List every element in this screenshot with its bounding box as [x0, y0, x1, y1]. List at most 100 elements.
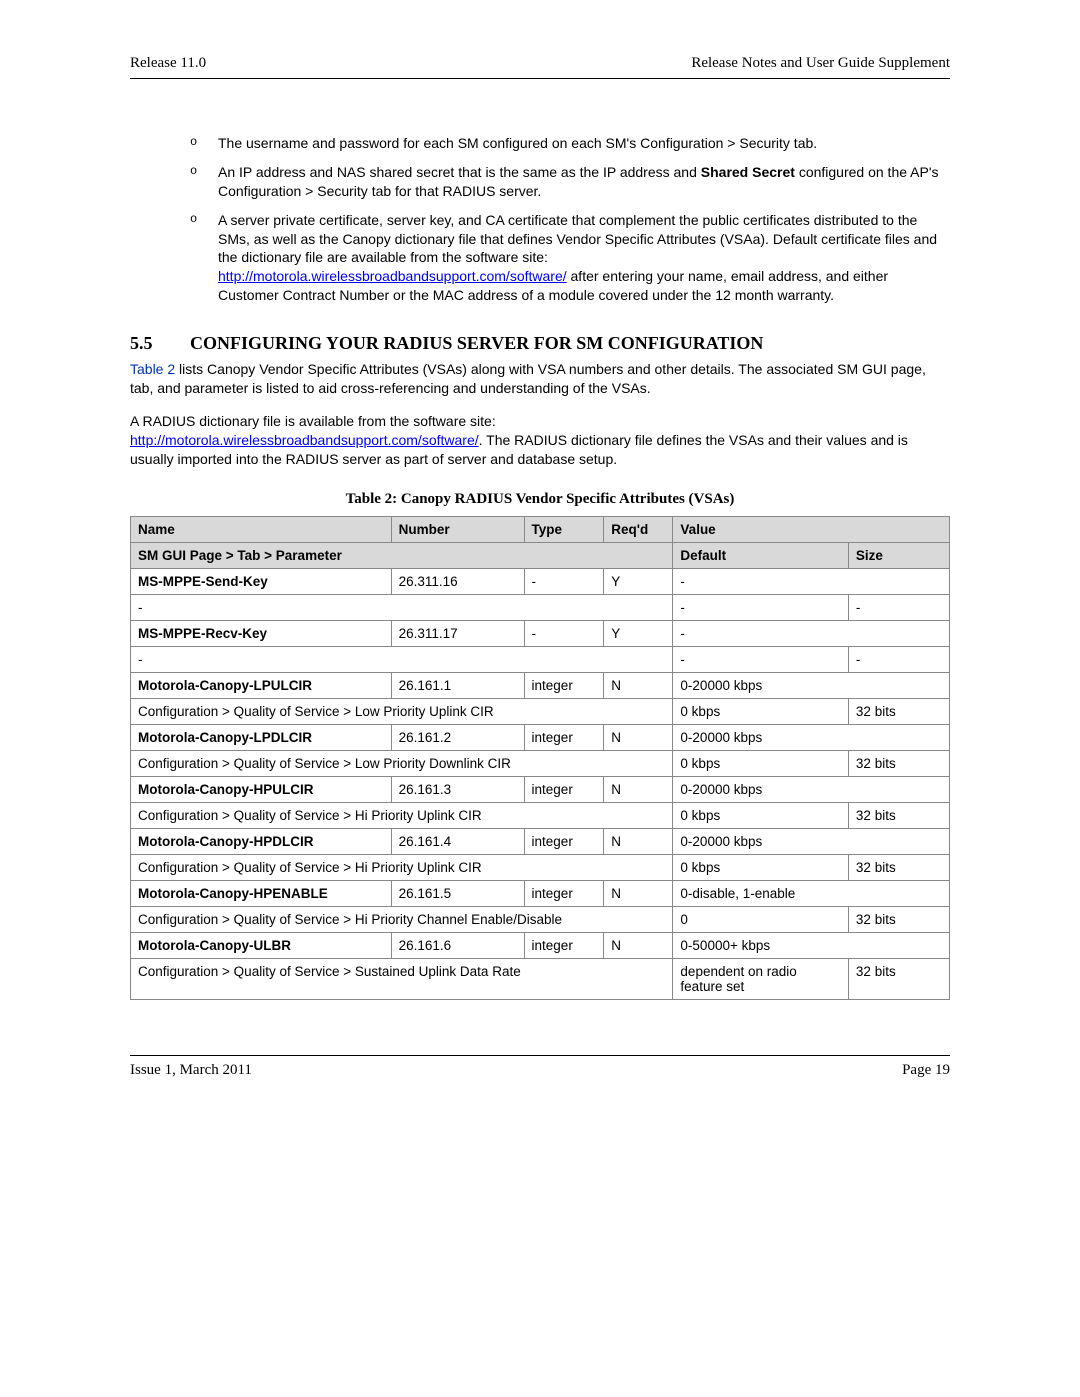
- cell-type: integer: [524, 828, 604, 854]
- cell-name: Motorola-Canopy-LPULCIR: [131, 672, 392, 698]
- table-row: Motorola-Canopy-LPDLCIR26.161.2integerN0…: [131, 724, 950, 750]
- table-row: Motorola-Canopy-ULBR26.161.6integerN0-50…: [131, 932, 950, 958]
- cell-number: 26.161.1: [391, 672, 524, 698]
- cell-name: Motorola-Canopy-ULBR: [131, 932, 392, 958]
- bullet-text: The username and password for each SM co…: [218, 135, 817, 151]
- cell-name: Motorola-Canopy-HPDLCIR: [131, 828, 392, 854]
- page-header: Release 11.0 Release Notes and User Guid…: [130, 55, 950, 79]
- cell-reqd: N: [604, 724, 673, 750]
- cell-size: 32 bits: [848, 750, 949, 776]
- cell-value: -: [673, 568, 950, 594]
- cell-name: MS-MPPE-Recv-Key: [131, 620, 392, 646]
- cell-size: -: [848, 594, 949, 620]
- table-row: Configuration > Quality of Service > Low…: [131, 698, 950, 724]
- col-header-reqd: Req'd: [604, 516, 673, 542]
- col-header-path: SM GUI Page > Tab > Parameter: [131, 542, 673, 568]
- cell-default: 0: [673, 906, 849, 932]
- vsa-table: Name Number Type Req'd Value SM GUI Page…: [130, 516, 950, 1000]
- cell-size: 32 bits: [848, 906, 949, 932]
- list-item: A server private certificate, server key…: [190, 211, 950, 305]
- cell-name: Motorola-Canopy-LPDLCIR: [131, 724, 392, 750]
- paragraph: Table 2 lists Canopy Vendor Specific Att…: [130, 360, 950, 398]
- col-header-value: Value: [673, 516, 950, 542]
- cell-default: 0 kbps: [673, 854, 849, 880]
- page-footer: Issue 1, March 2011 Page 19: [130, 1055, 950, 1079]
- cell-value: 0-20000 kbps: [673, 672, 950, 698]
- table-reference-link[interactable]: Table 2: [130, 361, 175, 377]
- cell-reqd: N: [604, 880, 673, 906]
- cell-path: Configuration > Quality of Service > Low…: [131, 750, 673, 776]
- cell-size: 32 bits: [848, 802, 949, 828]
- cell-value: 0-disable, 1-enable: [673, 880, 950, 906]
- section-title: CONFIGURING YOUR RADIUS SERVER FOR SM CO…: [190, 333, 763, 353]
- cell-number: 26.161.6: [391, 932, 524, 958]
- table-caption: Table 2: Canopy RADIUS Vendor Specific A…: [130, 491, 950, 508]
- cell-default: 0 kbps: [673, 802, 849, 828]
- cell-number: 26.161.4: [391, 828, 524, 854]
- cell-path: -: [131, 646, 673, 672]
- software-site-link[interactable]: http://motorola.wirelessbroadbandsupport…: [218, 268, 567, 284]
- footer-right: Page 19: [902, 1062, 950, 1079]
- document-page: Release 11.0 Release Notes and User Guid…: [0, 0, 1080, 1397]
- col-header-name: Name: [131, 516, 392, 542]
- table-row: MS-MPPE-Recv-Key26.311.17-Y-: [131, 620, 950, 646]
- cell-reqd: N: [604, 672, 673, 698]
- list-item: The username and password for each SM co…: [190, 134, 950, 153]
- cell-default: -: [673, 594, 849, 620]
- cell-path: Configuration > Quality of Service > Low…: [131, 698, 673, 724]
- paragraph: A RADIUS dictionary file is available fr…: [130, 412, 950, 469]
- cell-number: 26.161.2: [391, 724, 524, 750]
- cell-default: dependent on radio feature set: [673, 958, 849, 999]
- cell-path: Configuration > Quality of Service > Sus…: [131, 958, 673, 999]
- footer-left: Issue 1, March 2011: [130, 1062, 252, 1079]
- table-row: Configuration > Quality of Service > Low…: [131, 750, 950, 776]
- table-header-row: Name Number Type Req'd Value: [131, 516, 950, 542]
- cell-name: MS-MPPE-Send-Key: [131, 568, 392, 594]
- cell-reqd: Y: [604, 568, 673, 594]
- cell-size: 32 bits: [848, 958, 949, 999]
- cell-size: 32 bits: [848, 854, 949, 880]
- cell-size: -: [848, 646, 949, 672]
- table-row: ---: [131, 594, 950, 620]
- software-site-link[interactable]: http://motorola.wirelessbroadbandsupport…: [130, 432, 479, 448]
- cell-path: -: [131, 594, 673, 620]
- col-header-default: Default: [673, 542, 849, 568]
- cell-path: Configuration > Quality of Service > Hi …: [131, 802, 673, 828]
- cell-type: -: [524, 620, 604, 646]
- cell-value: 0-50000+ kbps: [673, 932, 950, 958]
- table-row: Motorola-Canopy-HPENABLE26.161.5integerN…: [131, 880, 950, 906]
- header-left: Release 11.0: [130, 55, 206, 72]
- list-item: An IP address and NAS shared secret that…: [190, 163, 950, 201]
- header-right: Release Notes and User Guide Supplement: [691, 55, 950, 72]
- table-row: Configuration > Quality of Service > Hi …: [131, 802, 950, 828]
- cell-reqd: N: [604, 776, 673, 802]
- table-row: Motorola-Canopy-HPDLCIR26.161.4integerN0…: [131, 828, 950, 854]
- cell-number: 26.311.16: [391, 568, 524, 594]
- cell-type: integer: [524, 776, 604, 802]
- cell-default: -: [673, 646, 849, 672]
- paragraph-text-pre: A RADIUS dictionary file is available fr…: [130, 413, 496, 429]
- col-header-number: Number: [391, 516, 524, 542]
- table-header-row-2: SM GUI Page > Tab > Parameter Default Si…: [131, 542, 950, 568]
- cell-reqd: N: [604, 828, 673, 854]
- table-row: Configuration > Quality of Service > Sus…: [131, 958, 950, 999]
- cell-type: -: [524, 568, 604, 594]
- cell-reqd: Y: [604, 620, 673, 646]
- col-header-type: Type: [524, 516, 604, 542]
- cell-default: 0 kbps: [673, 750, 849, 776]
- bullet-text-pre: A server private certificate, server key…: [218, 212, 937, 266]
- cell-path: Configuration > Quality of Service > Hi …: [131, 854, 673, 880]
- bullet-text-pre: An IP address and NAS shared secret that…: [218, 164, 701, 180]
- cell-name: Motorola-Canopy-HPENABLE: [131, 880, 392, 906]
- paragraph-text: lists Canopy Vendor Specific Attributes …: [130, 361, 926, 396]
- cell-default: 0 kbps: [673, 698, 849, 724]
- cell-type: integer: [524, 724, 604, 750]
- cell-type: integer: [524, 932, 604, 958]
- cell-value: 0-20000 kbps: [673, 828, 950, 854]
- cell-path: Configuration > Quality of Service > Hi …: [131, 906, 673, 932]
- bullet-list: The username and password for each SM co…: [130, 134, 950, 305]
- cell-name: Motorola-Canopy-HPULCIR: [131, 776, 392, 802]
- section-number: 5.5: [130, 333, 190, 354]
- cell-value: 0-20000 kbps: [673, 776, 950, 802]
- bullet-text-bold: Shared Secret: [701, 164, 795, 180]
